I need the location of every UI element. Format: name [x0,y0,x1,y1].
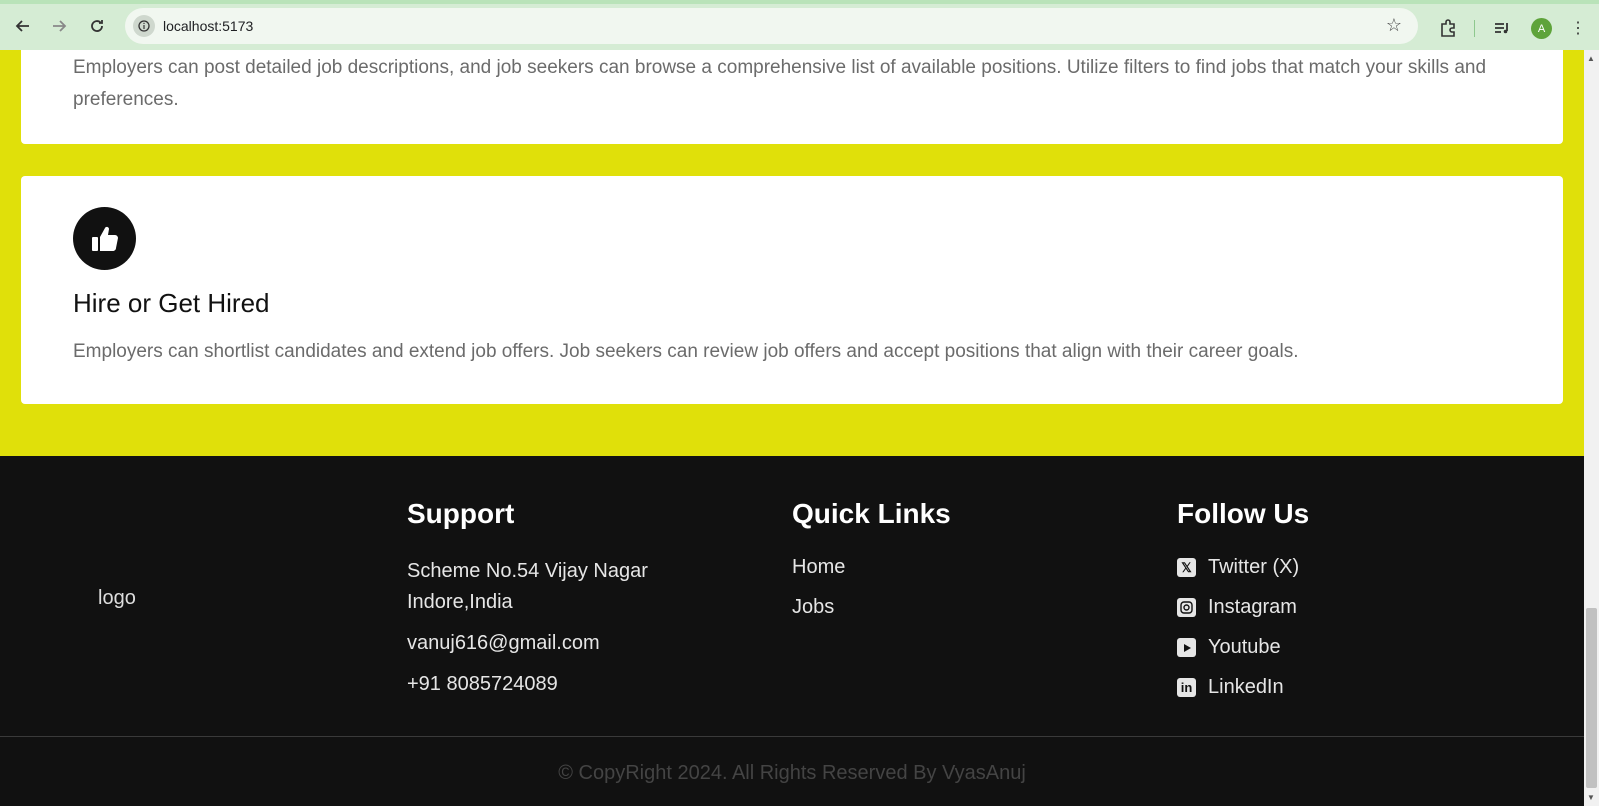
footer-link-jobs[interactable]: Jobs [792,596,951,619]
social-link-linkedin[interactable]: in LinkedIn [1177,676,1309,699]
support-phone: +91 8085724089 [407,673,558,695]
toolbar-divider [1474,20,1475,37]
footer-divider [0,736,1584,737]
site-info-icon[interactable] [133,15,155,37]
feature-card-description: Employers can post detailed job descript… [73,57,1487,110]
copyright-text: © CopyRight 2024. All Rights Reserved By… [558,762,1026,784]
back-button[interactable] [10,13,36,39]
social-link-label: LinkedIn [1208,676,1284,698]
forward-arrow-icon [53,20,67,32]
footer-quick-links-column: Quick Links Home Jobs [792,498,951,636]
social-link-youtube[interactable]: Youtube [1177,636,1309,659]
quick-links-heading: Quick Links [792,498,951,529]
bookmark-star-icon[interactable]: ☆ [1386,15,1402,36]
reload-button[interactable] [84,13,110,39]
social-link-label: Instagram [1208,596,1297,618]
address-line-2: Indore,India [407,591,513,613]
profile-avatar[interactable]: A [1531,18,1552,39]
feature-card-description: Employers can shortlist candidates and e… [73,341,1299,362]
youtube-icon [1177,638,1196,657]
scroll-down-arrow-icon[interactable]: ▼ [1587,793,1595,802]
social-link-twitter[interactable]: 𝕏 Twitter (X) [1177,556,1309,579]
scrollbar-thumb[interactable] [1586,608,1597,788]
address-line-1: Scheme No.54 Vijay Nagar [407,560,648,582]
social-link-label: Youtube [1208,636,1281,658]
back-arrow-icon [15,20,29,32]
follow-us-heading: Follow Us [1177,498,1310,529]
instagram-icon [1177,598,1196,617]
twitter-x-icon: 𝕏 [1177,558,1196,577]
site-footer: logo Support Scheme No.54 Vijay Nagar In… [0,456,1584,806]
linkedin-icon: in [1177,678,1196,697]
scroll-up-arrow-icon[interactable]: ▲ [1587,54,1595,63]
browser-toolbar: localhost:5173 ☆ A ⋮ [0,0,1599,50]
forward-button[interactable] [46,13,72,39]
footer-logo-image: logo [98,587,136,609]
page-content: Employers can post detailed job descript… [0,50,1584,806]
social-link-label: Twitter (X) [1208,556,1300,578]
menu-kebab-icon[interactable]: ⋮ [1566,16,1590,40]
thumbs-up-icon [73,207,136,270]
page-scrollbar[interactable]: ▲ ▼ [1584,50,1599,806]
footer-follow-us-column: Follow Us 𝕏 Twitter (X) Instagram Youtub… [1177,498,1309,716]
feature-card-hire: Hire or Get Hired Employers can shortlis… [21,176,1563,404]
social-link-instagram[interactable]: Instagram [1177,596,1309,619]
feature-card-title: Hire or Get Hired [73,288,270,318]
extensions-icon[interactable] [1436,16,1460,40]
reload-icon [91,20,103,32]
media-control-icon[interactable] [1490,16,1514,40]
footer-support-column: Support Scheme No.54 Vijay Nagar Indore,… [407,498,648,700]
url-text[interactable]: localhost:5173 [163,18,253,34]
feature-card-browse-jobs: Employers can post detailed job descript… [21,50,1563,144]
footer-link-home[interactable]: Home [792,556,951,579]
address-bar[interactable]: localhost:5173 ☆ [125,8,1418,44]
support-heading: Support [407,498,515,529]
support-email: vanuj616@gmail.com [407,632,600,654]
